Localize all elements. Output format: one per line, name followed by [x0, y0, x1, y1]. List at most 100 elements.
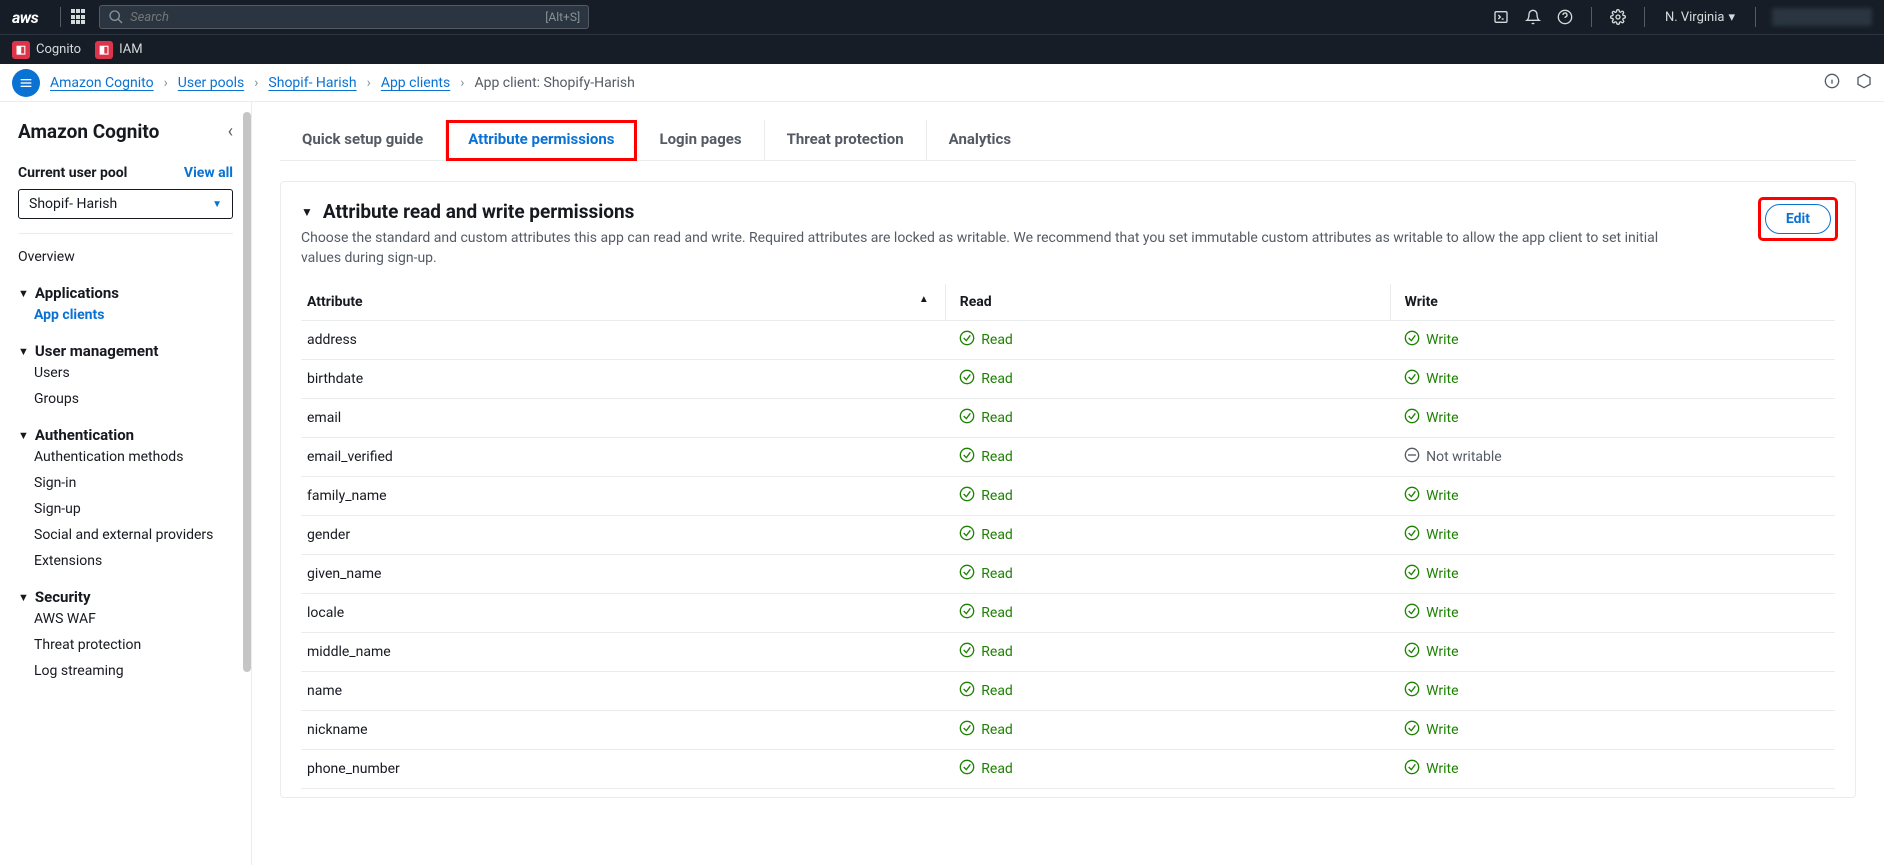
write-status: Write [1404, 759, 1458, 779]
search-input[interactable] [130, 10, 545, 25]
write-cell: Write [1390, 555, 1835, 594]
nav-sign-up[interactable]: Sign-up [34, 496, 233, 522]
notifications-icon[interactable] [1525, 9, 1541, 25]
nav-app-clients[interactable]: App clients [34, 302, 233, 328]
nav-extensions[interactable]: Extensions [34, 548, 233, 574]
breadcrumb-link[interactable]: User pools [178, 75, 244, 91]
nav-group-security[interactable]: ▼ Security [18, 588, 233, 606]
nav-users[interactable]: Users [34, 360, 233, 386]
read-cell: Read [945, 711, 1390, 750]
nav-sign-in[interactable]: Sign-in [34, 470, 233, 496]
settings-gear-icon[interactable] [1610, 9, 1626, 25]
write-status: Write [1404, 564, 1458, 584]
write-cell: Write [1390, 750, 1835, 789]
global-search[interactable]: [Alt+S] [99, 5, 589, 29]
tab-login-pages[interactable]: Login pages [637, 120, 764, 160]
table-row: email_verifiedReadNot writable [301, 438, 1835, 477]
edit-button-highlight: Edit [1761, 200, 1835, 238]
read-cell: Read [945, 360, 1390, 399]
region-selector[interactable]: N. Virginia ▾ [1665, 10, 1735, 25]
check-circle-icon [959, 486, 975, 506]
attribute-permissions-table: Attribute ▲ Read Write addressReadWriteb… [301, 284, 1835, 789]
write-status: Write [1404, 330, 1458, 350]
check-circle-icon [1404, 330, 1420, 350]
write-cell: Write [1390, 633, 1835, 672]
read-status: Read [959, 603, 1013, 623]
nav-aws-waf[interactable]: AWS WAF [34, 606, 233, 632]
breadcrumb-sep: › [254, 75, 258, 91]
nav-threat-protection[interactable]: Threat protection [34, 632, 233, 658]
app-client-tabs: Quick setup guide Attribute permissions … [280, 120, 1856, 161]
attribute-permissions-panel: ▼ Attribute read and write permissions C… [280, 181, 1856, 798]
read-status: Read [959, 720, 1013, 740]
write-cell: Write [1390, 594, 1835, 633]
read-cell: Read [945, 399, 1390, 438]
breadcrumb-link[interactable]: App clients [381, 75, 450, 91]
check-circle-icon [1404, 681, 1420, 701]
collapse-sidebar-icon[interactable]: ‹ [228, 121, 233, 142]
tab-threat-protection[interactable]: Threat protection [765, 120, 927, 160]
check-circle-icon [959, 330, 975, 350]
table-row: family_nameReadWrite [301, 477, 1835, 516]
service-shortcut-iam[interactable]: ◧ IAM [95, 41, 142, 59]
write-status: Not writable [1404, 447, 1502, 467]
check-circle-icon [1404, 759, 1420, 779]
info-icon[interactable] [1824, 73, 1840, 93]
help-icon[interactable] [1557, 9, 1573, 25]
tab-attribute-permissions[interactable]: Attribute permissions [446, 120, 637, 161]
sidebar-scrollbar[interactable] [243, 112, 251, 672]
panel-title-text: Attribute read and write permissions [323, 200, 635, 223]
breadcrumb-link[interactable]: Amazon Cognito [50, 75, 154, 91]
read-cell: Read [945, 477, 1390, 516]
nav-group-user-management[interactable]: ▼ User management [18, 342, 233, 360]
write-status: Write [1404, 408, 1458, 428]
breadcrumb-sep: › [367, 75, 371, 91]
services-grid-icon[interactable] [71, 9, 87, 25]
nav-overview[interactable]: Overview [18, 244, 233, 270]
chevron-down-icon: ▾ [1728, 10, 1735, 25]
nav-social-providers[interactable]: Social and external providers [34, 522, 233, 548]
edit-button[interactable]: Edit [1765, 204, 1831, 234]
col-attribute[interactable]: Attribute ▲ [301, 284, 945, 321]
check-circle-icon [1404, 603, 1420, 623]
account-menu[interactable] [1772, 8, 1872, 26]
check-circle-icon [959, 525, 975, 545]
write-cell: Not writable [1390, 438, 1835, 477]
ban-circle-icon [1404, 447, 1420, 467]
write-status: Write [1404, 642, 1458, 662]
col-read[interactable]: Read [945, 284, 1390, 321]
read-status: Read [959, 330, 1013, 350]
breadcrumb-sep: › [164, 75, 168, 91]
attribute-name-cell: email [301, 399, 945, 438]
nav-log-streaming[interactable]: Log streaming [34, 658, 233, 684]
read-cell: Read [945, 633, 1390, 672]
nav-group-applications[interactable]: ▼ Applications [18, 284, 233, 302]
attribute-name-cell: address [301, 321, 945, 360]
tab-quick-setup[interactable]: Quick setup guide [280, 120, 446, 160]
service-shortcut-cognito[interactable]: ◧ Cognito [12, 41, 81, 59]
breadcrumb-link[interactable]: Shopif- Harish [268, 75, 356, 91]
main-content: Quick setup guide Attribute permissions … [252, 102, 1884, 865]
cloudshell-icon[interactable] [1493, 9, 1509, 25]
tab-analytics[interactable]: Analytics [927, 120, 1033, 160]
write-cell: Write [1390, 477, 1835, 516]
divider [60, 7, 61, 27]
nav-auth-methods[interactable]: Authentication methods [34, 444, 233, 470]
panel-collapse-icon[interactable]: ▼ [301, 205, 313, 219]
user-pool-selector[interactable]: Shopif- Harish ▼ [18, 189, 233, 219]
col-write[interactable]: Write [1390, 284, 1835, 321]
table-row: phone_numberReadWrite [301, 750, 1835, 789]
read-status: Read [959, 642, 1013, 662]
nav-group-authentication[interactable]: ▼ Authentication [18, 426, 233, 444]
write-status: Write [1404, 681, 1458, 701]
table-row: locale Read Write [301, 594, 1835, 633]
hex-icon[interactable] [1856, 73, 1872, 93]
attribute-name-cell: email_verified [301, 438, 945, 477]
nav-groups[interactable]: Groups [34, 386, 233, 412]
check-circle-icon [1404, 564, 1420, 584]
view-all-link[interactable]: View all [184, 165, 233, 181]
aws-logo[interactable]: aws [12, 8, 38, 27]
attribute-name-cell: locale [301, 594, 945, 633]
table-row: nicknameReadWrite [301, 711, 1835, 750]
side-nav-toggle[interactable] [12, 69, 40, 97]
